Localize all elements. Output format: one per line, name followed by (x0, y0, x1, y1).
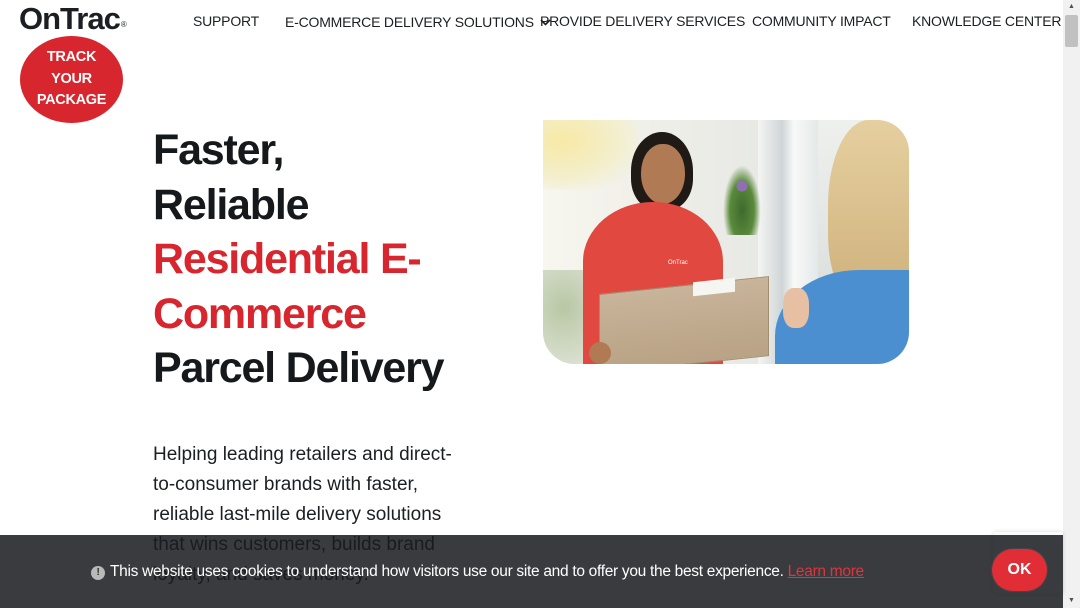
page-scrollbar[interactable]: ▲ ▼ (1063, 0, 1080, 608)
main-nav: SUPPORT E-COMMERCE DELIVERY SOLUTIONS PR… (0, 13, 1080, 31)
photo-customer-hand (783, 288, 809, 328)
hero-line-5: Parcel Delivery (153, 344, 445, 392)
learn-more-link[interactable]: Learn more (788, 563, 865, 580)
cookie-message: ! This website uses cookies to understand… (91, 563, 864, 581)
nav-community-impact[interactable]: COMMUNITY IMPACT (752, 13, 891, 29)
nav-provide-delivery-services[interactable]: PROVIDE DELIVERY SERVICES (540, 13, 745, 29)
photo-driver-face (641, 144, 685, 204)
cookie-banner: ! This website uses cookies to understand… (0, 535, 1063, 608)
hero-line-1: Faster, (153, 126, 284, 174)
hero-photo: OnTrac (543, 120, 909, 364)
track-label-line3: PACKAGE (36, 92, 107, 109)
nav-support[interactable]: SUPPORT (193, 13, 259, 29)
hero-line-3: Residential E- (153, 235, 422, 283)
nav-knowledge-center[interactable]: KNOWLEDGE CENTER (912, 13, 1061, 29)
photo-umbrella (543, 120, 638, 190)
cookie-message-text: This website uses cookies to understand … (110, 563, 784, 580)
scroll-up-arrow-icon[interactable]: ▲ (1063, 0, 1080, 14)
cookie-ok-button[interactable]: OK (992, 549, 1047, 591)
track-label-line2: YOUR (51, 70, 92, 87)
photo-driver-hand (589, 342, 611, 364)
track-label-line1: TRACK (46, 49, 97, 66)
photo-shirt-logo: OnTrac (668, 260, 688, 266)
scroll-thumb[interactable] (1065, 15, 1078, 47)
hero-line-2: Reliable (153, 180, 310, 229)
info-icon: ! (91, 566, 105, 580)
scroll-down-arrow-icon[interactable]: ▼ (1063, 594, 1080, 608)
photo-flowers (723, 165, 761, 235)
hero-heading: Faster, Reliable Residential E- Commerce… (153, 123, 493, 396)
nav-ecommerce-delivery-solutions[interactable]: E-COMMERCE DELIVERY SOLUTIONS (285, 13, 551, 30)
nav-ecommerce-label: E-COMMERCE DELIVERY SOLUTIONS (285, 14, 534, 30)
track-your-package-button[interactable]: TRACK YOUR PACKAGE (20, 36, 123, 123)
hero-line-4: Commerce (153, 289, 367, 338)
